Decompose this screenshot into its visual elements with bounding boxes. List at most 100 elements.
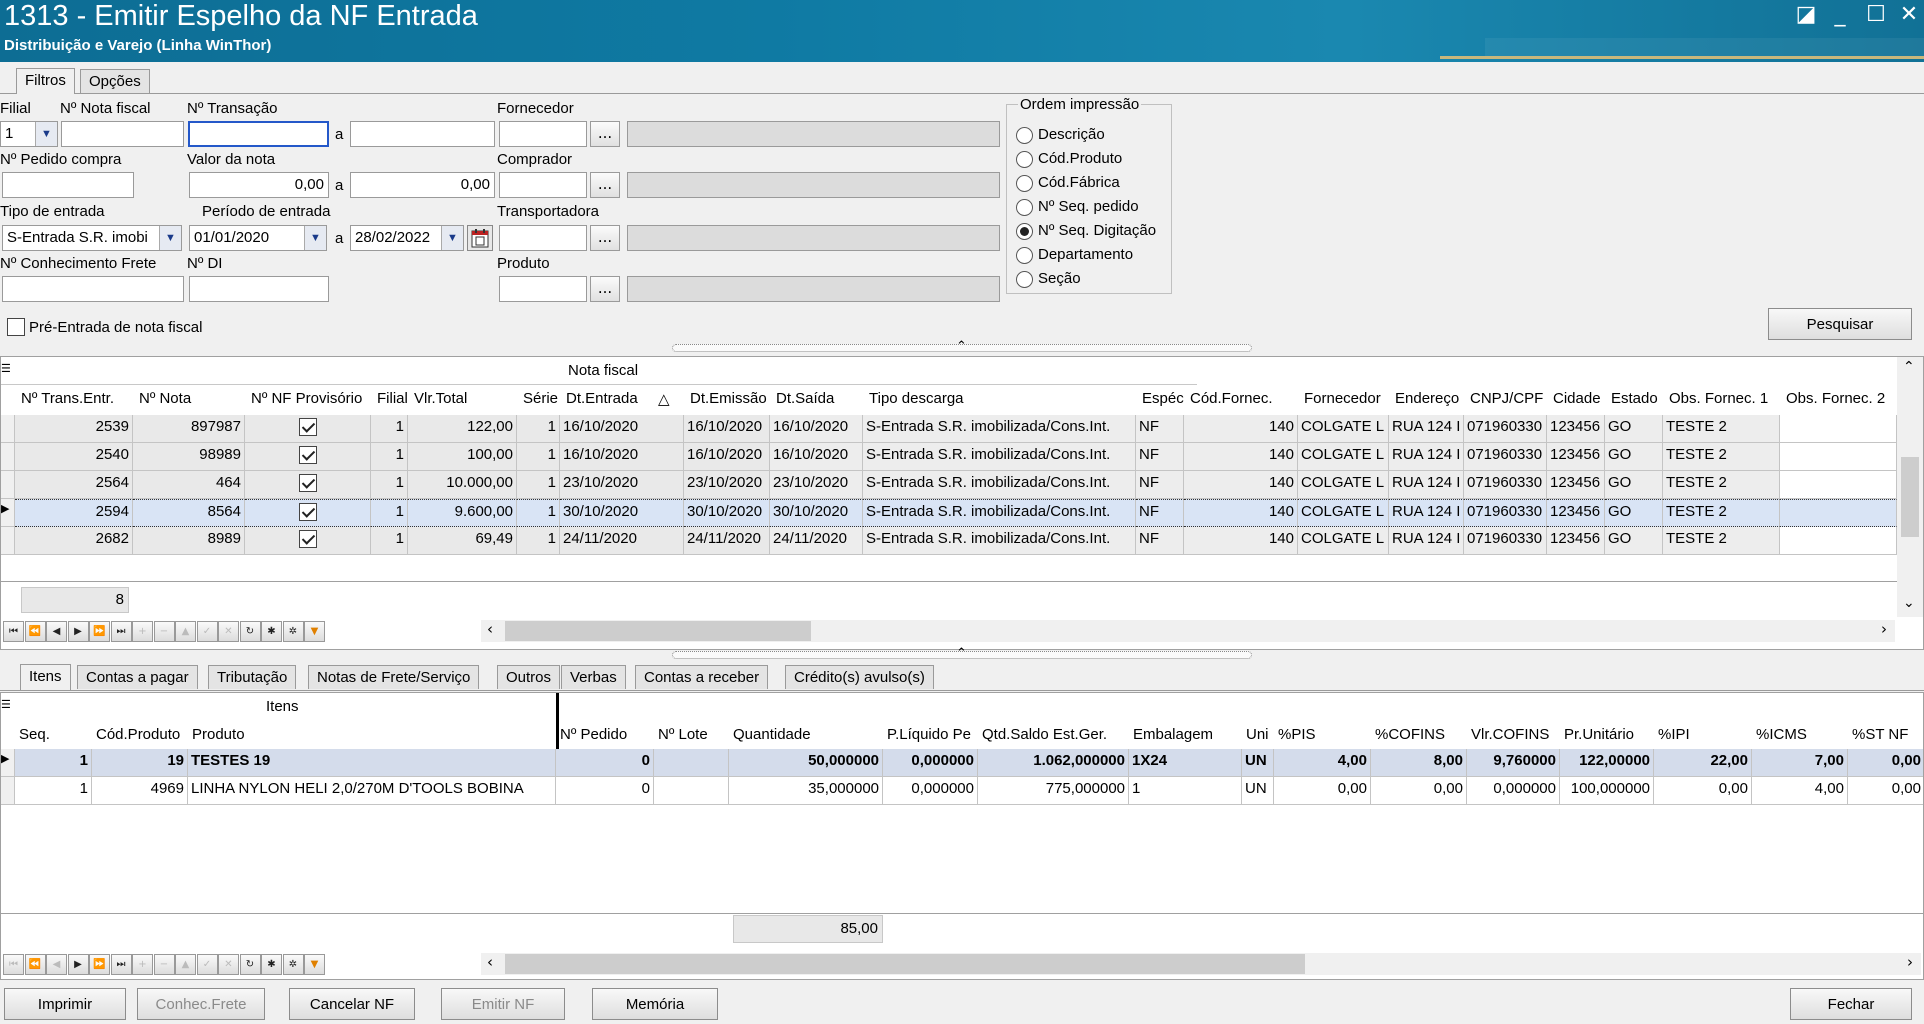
items-cell[interactable]: 0,000000: [1467, 777, 1560, 805]
items-cell[interactable]: 7,00: [1752, 749, 1848, 777]
items-cell[interactable]: 0,00: [1274, 777, 1371, 805]
nf-cell[interactable]: 24/11/2020: [770, 527, 863, 555]
nf-col-header[interactable]: Cód.Fornec.: [1190, 390, 1298, 407]
periodo-to-input[interactable]: 28/02/2022 ▼: [350, 225, 464, 251]
nf-col-header[interactable]: Série: [523, 390, 560, 407]
bottom-tab[interactable]: Itens: [20, 664, 71, 690]
pre-entrada-checkbox[interactable]: [7, 318, 25, 336]
items-cell[interactable]: UN: [1242, 749, 1274, 777]
nf-cell[interactable]: S-Entrada S.R. imobilizada/Cons.Int.: [863, 443, 1136, 471]
nf-col-header[interactable]: Nº Nota: [139, 390, 245, 407]
radio-secao[interactable]: [1016, 271, 1033, 288]
cancel-icon[interactable]: ✕: [218, 621, 239, 642]
next-icon[interactable]: ▶: [67, 621, 89, 642]
delete-icon[interactable]: −: [153, 621, 175, 642]
emitir-nf-button[interactable]: Emitir NF: [441, 988, 565, 1020]
nf-cell[interactable]: 071960330: [1464, 415, 1547, 443]
bottom-tab[interactable]: Contas a pagar: [77, 665, 198, 689]
nf-cell[interactable]: 071960330: [1464, 443, 1547, 471]
items-cell[interactable]: 4,00: [1752, 777, 1848, 805]
edit-icon[interactable]: ▲: [175, 954, 196, 975]
nf-vscrollbar[interactable]: ⌃ ⌄: [1897, 357, 1923, 617]
nf-cell[interactable]: [1780, 471, 1897, 499]
nf-col-header[interactable]: Nº NF Provisório: [251, 390, 371, 407]
items-cell[interactable]: 0,00: [1848, 749, 1923, 777]
minimize-button[interactable]: _: [1826, 2, 1854, 27]
nf-cell[interactable]: 122,00: [408, 415, 517, 443]
transacao-to-input[interactable]: [350, 121, 495, 147]
produto-code-input[interactable]: [499, 276, 587, 302]
row-indicator[interactable]: [1, 527, 15, 555]
filial-select[interactable]: 1 ▼: [0, 121, 58, 147]
nf-cell[interactable]: RUA 124 I: [1389, 527, 1464, 555]
nf-col-header[interactable]: Filial: [377, 390, 408, 407]
radio-cod-fabrica[interactable]: [1016, 175, 1033, 192]
valor-to-input[interactable]: 0,00: [350, 172, 495, 198]
items-col-header[interactable]: %PIS: [1278, 726, 1371, 743]
items-cell[interactable]: 0: [556, 777, 654, 805]
nf-cell[interactable]: 23/10/2020: [770, 471, 863, 499]
cancelar-nf-button[interactable]: Cancelar NF: [289, 988, 415, 1020]
nf-cell[interactable]: TESTE 2: [1663, 471, 1780, 499]
nf-cell[interactable]: 8989: [133, 527, 245, 555]
pedido-compra-input[interactable]: [2, 172, 134, 198]
nf-cell[interactable]: GO: [1605, 527, 1663, 555]
nf-col-header[interactable]: Obs. Fornec. 2: [1786, 390, 1897, 407]
nf-cell[interactable]: NF: [1136, 499, 1184, 527]
items-cell[interactable]: 1: [15, 777, 92, 805]
nf-cell[interactable]: COLGATE L: [1298, 527, 1389, 555]
nf-cell[interactable]: 8564: [133, 499, 245, 527]
items-col-header[interactable]: Produto: [192, 726, 556, 743]
nf-cell[interactable]: 123456: [1547, 415, 1605, 443]
transacao-from-input[interactable]: [188, 121, 329, 147]
nf-cell[interactable]: [1780, 499, 1897, 527]
nf-cell[interactable]: NF: [1136, 443, 1184, 471]
fechar-button[interactable]: Fechar: [1790, 988, 1912, 1020]
nf-cell[interactable]: 140: [1184, 471, 1298, 499]
items-cell[interactable]: [654, 777, 729, 805]
nf-col-header[interactable]: Tipo descarga: [869, 390, 1136, 407]
nf-cell[interactable]: [245, 471, 371, 499]
nf-cell[interactable]: 2594: [15, 499, 133, 527]
nf-col-header[interactable]: Cidade: [1553, 390, 1605, 407]
fornecedor-lookup-button[interactable]: ...: [590, 121, 620, 147]
nf-cell[interactable]: [1780, 527, 1897, 555]
items-cell[interactable]: 9,760000: [1467, 749, 1560, 777]
prev-icon[interactable]: ◀: [46, 954, 67, 975]
items-col-header[interactable]: %ST NF: [1852, 726, 1923, 743]
nf-col-header[interactable]: Espécie: [1142, 390, 1184, 407]
insert-icon[interactable]: +: [132, 621, 153, 642]
nf-cell[interactable]: 1: [371, 415, 408, 443]
items-cell[interactable]: 122,00000: [1560, 749, 1654, 777]
tipo-entrada-select[interactable]: S-Entrada S.R. imobi ▼: [2, 225, 182, 251]
restore-icon[interactable]: ◪: [1792, 2, 1820, 27]
filter-icon[interactable]: ▼: [304, 621, 325, 642]
nf-cell[interactable]: RUA 124 I: [1389, 499, 1464, 527]
bottom-tab[interactable]: Tributação: [208, 665, 297, 689]
close-button[interactable]: ✕: [1895, 2, 1923, 27]
nf-cell[interactable]: GO: [1605, 499, 1663, 527]
nf-col-header[interactable]: Dt.Saída: [776, 390, 863, 407]
bottom-tab[interactable]: Crédito(s) avulso(s): [785, 665, 934, 689]
nf-cell[interactable]: 24/11/2020: [684, 527, 770, 555]
nf-cell[interactable]: 123456: [1547, 527, 1605, 555]
row-indicator[interactable]: ▶: [1, 749, 15, 777]
checkbox-icon[interactable]: [298, 530, 317, 549]
hscroll-thumb[interactable]: [505, 954, 1305, 974]
cancel-icon[interactable]: ✕: [218, 954, 239, 975]
nf-cell[interactable]: S-Entrada S.R. imobilizada/Cons.Int.: [863, 471, 1136, 499]
nf-cell[interactable]: 140: [1184, 499, 1298, 527]
next-page-icon[interactable]: ⏩: [89, 954, 110, 975]
nf-cell[interactable]: 140: [1184, 415, 1298, 443]
conhec-frete-button[interactable]: Conhec.Frete: [137, 988, 265, 1020]
items-cell[interactable]: 0,000000: [883, 749, 978, 777]
nf-cell[interactable]: TESTE 2: [1663, 443, 1780, 471]
items-cell[interactable]: 0,00: [1654, 777, 1752, 805]
items-cell[interactable]: 19: [92, 749, 188, 777]
delete-icon[interactable]: −: [153, 954, 175, 975]
conhecimento-input[interactable]: [2, 276, 184, 302]
items-col-header[interactable]: Pr.Unitário: [1564, 726, 1654, 743]
items-col-header[interactable]: Quantidade: [733, 726, 883, 743]
chevron-down-icon[interactable]: ▼: [159, 226, 181, 250]
hscroll-thumb[interactable]: [505, 621, 811, 641]
